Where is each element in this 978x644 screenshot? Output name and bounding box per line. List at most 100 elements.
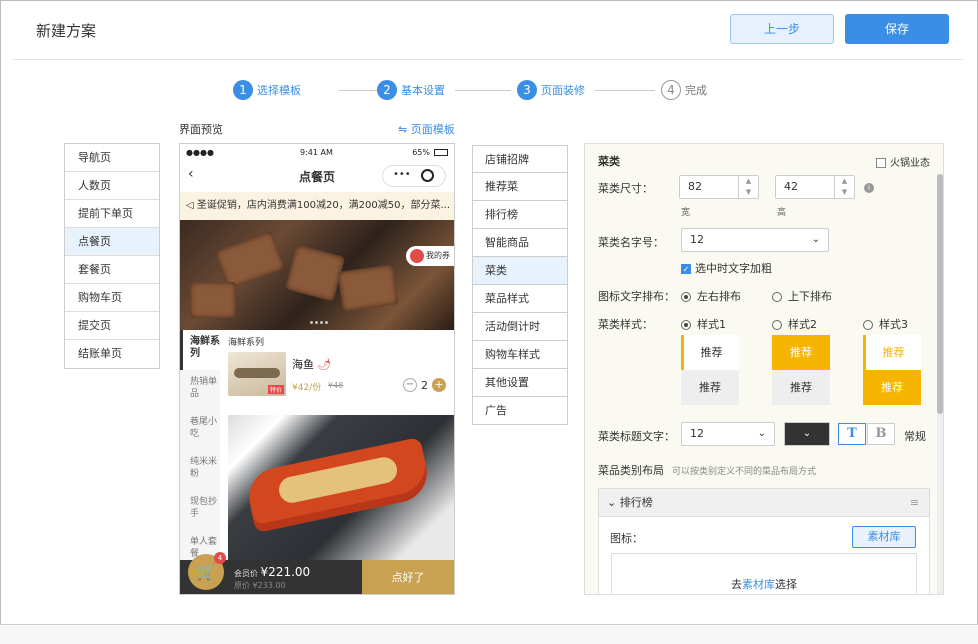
- checkbox[interactable]: ✓: [681, 264, 691, 274]
- style-radio-3[interactable]: 样式3: [863, 316, 908, 332]
- width-input[interactable]: 82 ▲ ▼: [679, 175, 759, 199]
- plus-button[interactable]: +: [432, 378, 446, 392]
- step-label: 基本设置: [401, 84, 445, 97]
- header-bar: 新建方案 上一步 保存: [12, 0, 964, 60]
- coupon-icon: [410, 249, 424, 263]
- quantity-stepper: − 2 +: [403, 378, 446, 392]
- cart-badge: 4: [214, 552, 226, 564]
- prev-step-button[interactable]: 上一步: [730, 14, 834, 44]
- more-icon[interactable]: •••: [393, 169, 411, 180]
- material-library-button[interactable]: 素材库: [852, 526, 916, 548]
- icon-drop-area[interactable]: 去素材库选择: [611, 553, 917, 594]
- category-item[interactable]: 海鲜系列: [180, 330, 220, 370]
- radio[interactable]: [863, 320, 873, 330]
- category-item[interactable]: 现包抄手: [180, 490, 220, 530]
- step-3: 3 页面装修: [517, 80, 585, 100]
- category-item[interactable]: 巷尾小吃: [180, 410, 220, 450]
- material-library-link[interactable]: 素材库: [742, 578, 775, 591]
- info-icon[interactable]: i: [864, 183, 874, 193]
- style-radio-2[interactable]: 样式2: [772, 316, 817, 332]
- status-bar: ●●●● 9:41 AM 65%: [180, 144, 454, 162]
- original-total: 原价 ¥233.00: [234, 581, 286, 590]
- save-button[interactable]: 保存: [845, 14, 949, 44]
- dish-name: 海鱼 🌶: [292, 358, 332, 371]
- bold-b-icon[interactable]: B: [867, 423, 895, 445]
- radio[interactable]: [681, 292, 691, 302]
- module-item-cart-style[interactable]: 购物车样式: [472, 341, 568, 369]
- module-item-recommend[interactable]: 推荐菜: [472, 173, 568, 201]
- layout-radio-tb[interactable]: 上下排布: [772, 288, 832, 304]
- step-divider: [595, 90, 655, 91]
- layout-label: 图标文字排布：: [598, 290, 675, 303]
- member-price: 会员价 ¥221.00: [234, 565, 311, 579]
- scrollbar-thumb[interactable]: [937, 174, 943, 414]
- style-sample: 推荐: [681, 370, 739, 405]
- style-radio-1[interactable]: 样式1: [681, 316, 726, 332]
- bottom-edge: [0, 624, 978, 644]
- chevron-down-icon: ⌄: [757, 428, 766, 439]
- series-title: 海鲜系列: [228, 338, 265, 348]
- style-preview-2[interactable]: 推荐 推荐: [772, 335, 830, 405]
- radio[interactable]: [681, 320, 691, 330]
- checkbox[interactable]: [876, 158, 886, 168]
- spin-arrows[interactable]: ▲ ▼: [834, 176, 854, 198]
- page-item-submit[interactable]: 提交页: [65, 312, 159, 340]
- module-list: 店铺招牌 推荐菜 排行榜 智能商品 菜类 菜品样式 活动倒计时 购物车样式 其他…: [472, 145, 568, 425]
- accordion-header[interactable]: ⌄ 排行榜 ≡: [599, 489, 929, 517]
- bold-toggle-icon[interactable]: T: [838, 423, 866, 445]
- module-item-other[interactable]: 其他设置: [472, 369, 568, 397]
- minus-button[interactable]: −: [403, 378, 417, 392]
- dish-card[interactable]: 特价 海鱼 🌶 ¥42/份 ¥48 − 2 +: [228, 352, 454, 400]
- module-item-sign[interactable]: 店铺招牌: [472, 145, 568, 173]
- layout-radio-lr[interactable]: 左右排布: [681, 288, 741, 304]
- module-item-ad[interactable]: 广告: [472, 397, 568, 425]
- style-sample: 推荐: [863, 370, 921, 405]
- step-label: 页面装修: [541, 84, 585, 97]
- module-item-countdown[interactable]: 活动倒计时: [472, 313, 568, 341]
- category-item[interactable]: 纯米米粉: [180, 450, 220, 490]
- page-item-preorder[interactable]: 提前下单页: [65, 200, 159, 228]
- step-number: 2: [377, 80, 397, 100]
- order-done-button[interactable]: 点好了: [362, 560, 454, 594]
- style-preview-3[interactable]: 推荐 推荐: [863, 335, 921, 405]
- step-number: 1: [233, 80, 253, 100]
- drag-handle-icon[interactable]: ≡: [910, 489, 919, 517]
- page-template-link[interactable]: ⇋ 页面模板: [398, 121, 455, 137]
- step-divider: [455, 90, 511, 91]
- banner-image: 我的券: [180, 220, 454, 330]
- hotpot-checkbox[interactable]: 火锅业态: [876, 154, 930, 169]
- page-item-cart[interactable]: 购物车页: [65, 284, 159, 312]
- font-size-label: 菜类名字号：: [598, 236, 664, 249]
- spin-arrows[interactable]: ▲ ▼: [738, 176, 758, 198]
- radio[interactable]: [772, 320, 782, 330]
- icon-label: 图标：: [610, 532, 643, 545]
- page-item-order[interactable]: 点餐页: [65, 228, 159, 256]
- page-item-combo[interactable]: 套餐页: [65, 256, 159, 284]
- title-font-select[interactable]: 12 ⌄: [681, 422, 775, 446]
- battery-level: 65%: [412, 148, 430, 157]
- radio[interactable]: [772, 292, 782, 302]
- color-picker[interactable]: ⌄: [784, 422, 830, 446]
- module-item-dish-style[interactable]: 菜品样式: [472, 285, 568, 313]
- module-item-smart[interactable]: 智能商品: [472, 229, 568, 257]
- category-item[interactable]: 热销单品: [180, 370, 220, 410]
- module-item-category[interactable]: 菜类: [472, 257, 568, 285]
- my-coupon-button[interactable]: 我的券: [406, 246, 454, 266]
- style-preview-1[interactable]: 推荐 推荐: [681, 335, 739, 405]
- chili-icon: 🌶: [317, 358, 332, 371]
- page-item-nav[interactable]: 导航页: [65, 144, 159, 172]
- page-item-bill[interactable]: 结账单页: [65, 340, 159, 368]
- bold-checkbox[interactable]: ✓ 选中时文字加粗: [681, 260, 772, 276]
- quantity-value: 2: [421, 378, 428, 392]
- module-item-ranking[interactable]: 排行榜: [472, 201, 568, 229]
- font-size-select[interactable]: 12 ⌄: [681, 228, 829, 252]
- close-circle-icon[interactable]: [421, 169, 434, 182]
- layout-hint: 可以按类别定义不同的菜品布局方式: [672, 467, 817, 477]
- notice-bar: ◁ 圣诞促销，店内消费满100减20，满200减50，部分菜...: [180, 192, 454, 220]
- scrollbar[interactable]: [937, 174, 943, 594]
- food-shape: [284, 244, 346, 302]
- step-1: 1 选择模板: [233, 80, 301, 100]
- height-input[interactable]: 42 ▲ ▼: [775, 175, 855, 199]
- page-item-people[interactable]: 人数页: [65, 172, 159, 200]
- capsule-menu[interactable]: •••: [382, 165, 446, 187]
